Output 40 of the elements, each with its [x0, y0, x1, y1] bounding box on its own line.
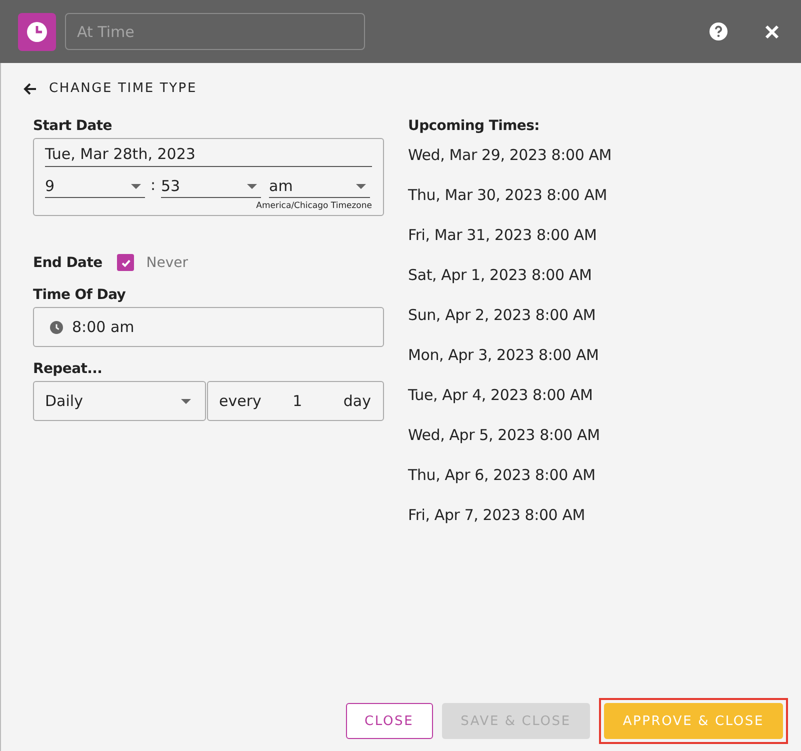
upcoming-time: Wed, Apr 5, 2023 8:00 AM	[408, 426, 601, 446]
caret-icon	[356, 184, 366, 188]
upcoming-time: Sun, Apr 2, 2023 8:00 AM	[408, 306, 597, 326]
upcoming-title: Upcoming Times:	[408, 118, 540, 134]
help-icon[interactable]	[709, 22, 728, 41]
title-field[interactable]: At Time	[65, 13, 365, 50]
minute-select[interactable]: 53	[161, 177, 261, 198]
checkbox-label: Never	[146, 254, 188, 270]
interval-label: every	[219, 392, 262, 410]
interval-field[interactable]: 1	[292, 392, 312, 410]
field-label: Time Of Day	[33, 287, 127, 303]
field-label: Start Date	[33, 118, 113, 134]
caret-icon	[247, 184, 257, 188]
upcoming-time: Thu, Apr 6, 2023 8:00 AM	[408, 466, 596, 486]
checkbox[interactable]	[117, 254, 134, 271]
meridiem-select[interactable]: am	[269, 171, 370, 198]
back-arrow-icon	[23, 82, 37, 96]
field-label: Repeat...	[33, 361, 104, 377]
date-field[interactable]: Tue, Mar 28th, 2023	[45, 143, 372, 167]
time-separator: :	[149, 176, 157, 196]
frequency-select[interactable]: Daily	[33, 381, 206, 421]
upcoming-time: Wed, Mar 29, 2023 8:00 AM	[408, 146, 612, 166]
clock-icon	[50, 320, 63, 334]
time-field[interactable]: 8:00 am	[33, 307, 384, 347]
caret-icon	[131, 184, 141, 188]
upcoming-time: Tue, Apr 4, 2023 8:00 AM	[408, 386, 594, 406]
timezone-note: America/Chicago Timezone	[256, 201, 372, 211]
clock-icon	[18, 12, 56, 50]
upcoming-time: Fri, Mar 31, 2023 8:00 AM	[408, 226, 598, 246]
upcoming-time: Fri, Apr 7, 2023 8:00 AM	[408, 506, 586, 526]
upcoming-time: Thu, Mar 30, 2023 8:00 AM	[408, 186, 608, 206]
upcoming-time: Mon, Apr 3, 2023 8:00 AM	[408, 346, 600, 366]
upcoming-time: Sat, Apr 1, 2023 8:00 AM	[408, 266, 593, 286]
close-icon[interactable]	[765, 24, 779, 38]
caret-icon	[181, 398, 191, 404]
back-link[interactable]: CHANGE TIME TYPE	[1, 81, 801, 96]
outline-button[interactable]: CLOSE	[346, 703, 433, 739]
interval-unit: day	[343, 392, 371, 410]
hour-select[interactable]: 9	[45, 177, 145, 198]
field-label: End Date	[33, 254, 102, 270]
